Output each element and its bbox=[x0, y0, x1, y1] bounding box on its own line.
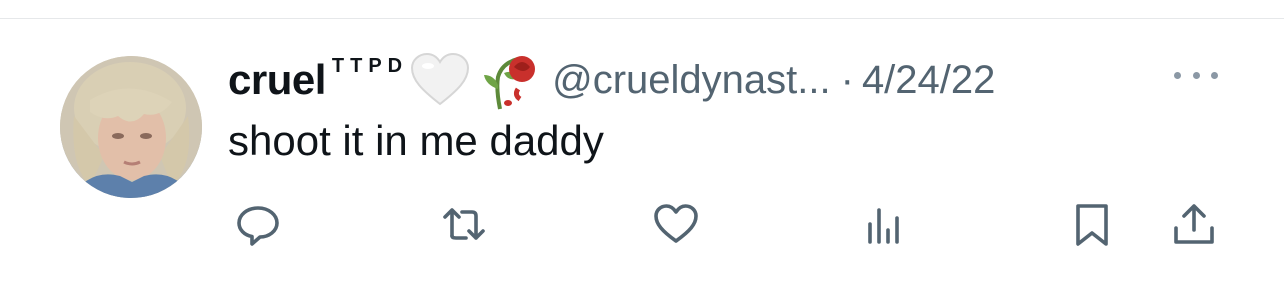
more-options-icon[interactable] bbox=[1174, 68, 1218, 82]
reply-button[interactable] bbox=[232, 198, 284, 250]
retweet-button[interactable] bbox=[438, 198, 490, 250]
speech-bubble-icon bbox=[237, 206, 279, 246]
separator-dot: · bbox=[840, 57, 854, 102]
like-button[interactable] bbox=[650, 198, 702, 250]
tweet-date[interactable]: 4/24/22 bbox=[862, 58, 995, 103]
white-heart-icon bbox=[411, 52, 470, 106]
retweet-icon bbox=[443, 208, 485, 240]
wilted-rose-icon bbox=[484, 56, 536, 110]
tweet-header: cruel TTPD @crueldynast... · 4/24/22 bbox=[228, 50, 995, 110]
views-button[interactable] bbox=[858, 198, 910, 250]
dot bbox=[1211, 71, 1218, 79]
bookmark-button[interactable] bbox=[1066, 198, 1118, 250]
dot bbox=[1174, 71, 1181, 79]
dot bbox=[1192, 71, 1200, 79]
tweet[interactable]: cruel TTPD @crueldynast... · 4/24/22 sho… bbox=[0, 0, 1284, 286]
bookmark-icon bbox=[1076, 204, 1108, 246]
name-superscript: TTPD bbox=[331, 54, 409, 77]
avatar-image bbox=[60, 56, 202, 198]
share-button[interactable] bbox=[1168, 198, 1220, 250]
heart-icon bbox=[654, 204, 698, 243]
bar-chart-icon bbox=[868, 208, 899, 244]
avatar[interactable] bbox=[60, 56, 202, 198]
tweet-text: shoot it in me daddy bbox=[228, 117, 604, 164]
user-handle[interactable]: @crueldynast... bbox=[552, 58, 831, 103]
share-icon bbox=[1174, 204, 1214, 244]
display-name[interactable]: cruel bbox=[228, 56, 326, 104]
